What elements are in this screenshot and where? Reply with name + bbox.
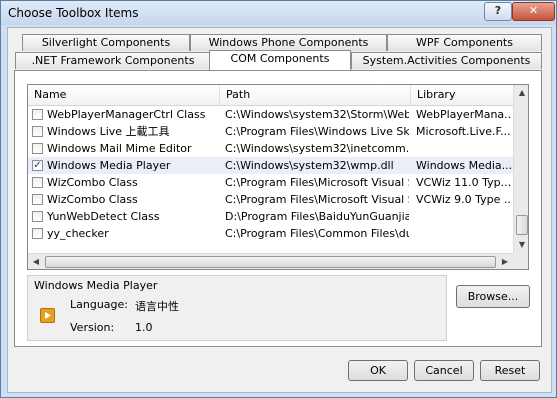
item-path: C:\Program Files\Microsoft Visual S... bbox=[225, 176, 409, 189]
item-path: C:\Program Files\Microsoft Visual S... bbox=[225, 193, 409, 206]
cancel-button[interactable]: Cancel bbox=[414, 360, 474, 381]
horizontal-scroll-thumb[interactable] bbox=[45, 256, 496, 268]
column-header-name[interactable]: Name bbox=[28, 85, 220, 105]
scrollbar-corner bbox=[513, 253, 528, 269]
item-checkbox[interactable] bbox=[32, 211, 43, 222]
tab-windows-phone-components[interactable]: Windows Phone Components bbox=[190, 34, 387, 51]
scroll-up-arrow-icon[interactable]: ▲ bbox=[514, 85, 528, 101]
list-header: Name Path Library bbox=[28, 85, 513, 106]
tab-wpf-components[interactable]: WPF Components bbox=[387, 34, 542, 51]
list-item[interactable]: WizCombo Class C:\Program Files\Microsof… bbox=[28, 174, 513, 191]
item-library: Microsoft.Live.F... bbox=[416, 125, 511, 138]
vertical-scroll-thumb[interactable] bbox=[516, 215, 528, 235]
column-header-library[interactable]: Library bbox=[411, 85, 513, 105]
language-label: Language: bbox=[70, 298, 128, 311]
item-path: D:\Program Files\BaiduYunGuanjia\n... bbox=[225, 210, 409, 223]
list-item-selected[interactable]: ✓ Windows Media Player C:\Windows\system… bbox=[28, 157, 513, 174]
tab-net-framework-components[interactable]: .NET Framework Components bbox=[15, 52, 211, 69]
horizontal-scrollbar[interactable]: ◀ ▶ bbox=[28, 253, 513, 269]
scroll-right-arrow-icon[interactable]: ▶ bbox=[497, 254, 513, 269]
tab-silverlight-components[interactable]: Silverlight Components bbox=[22, 34, 190, 51]
item-path: C:\Program Files\Common Files\duo... bbox=[225, 227, 409, 240]
item-checkbox[interactable] bbox=[32, 177, 43, 188]
item-path: C:\Program Files\Windows Live SkyD... bbox=[225, 125, 409, 138]
item-checkbox[interactable] bbox=[32, 143, 43, 154]
item-path: C:\Windows\system32\wmp.dll bbox=[225, 159, 394, 172]
item-name: YunWebDetect Class bbox=[47, 210, 160, 223]
item-library bbox=[416, 208, 512, 225]
scroll-left-arrow-icon[interactable]: ◀ bbox=[28, 254, 44, 269]
help-button[interactable]: ? bbox=[484, 2, 512, 21]
info-title: Windows Media Player bbox=[34, 279, 158, 292]
item-name: Windows Media Player bbox=[47, 159, 171, 172]
components-list[interactable]: Name Path Library WebPlayerManagerCtrl C… bbox=[27, 84, 529, 270]
ok-button[interactable]: OK bbox=[348, 360, 408, 381]
item-name: WebPlayerManagerCtrl Class bbox=[47, 108, 206, 121]
item-library: VCWiz 9.0 Type ... bbox=[416, 193, 512, 206]
vertical-scrollbar[interactable]: ▲ ▼ bbox=[513, 85, 528, 253]
tab-com-components[interactable]: COM Components bbox=[209, 50, 351, 70]
language-value: 语言中性 bbox=[135, 300, 179, 313]
item-library: WebPlayerMana... bbox=[416, 108, 512, 121]
item-checkbox[interactable] bbox=[32, 126, 43, 137]
list-item[interactable]: WizCombo Class C:\Program Files\Microsof… bbox=[28, 191, 513, 208]
version-label: Version: bbox=[70, 321, 115, 334]
component-info-panel: Windows Media Player Language: 语言中性 Vers… bbox=[27, 275, 447, 341]
item-library bbox=[416, 140, 512, 157]
version-value: 1.0 bbox=[135, 321, 153, 334]
column-header-path[interactable]: Path bbox=[220, 85, 411, 105]
title-bar[interactable]: Choose Toolbox Items ? ✕ bbox=[1, 1, 556, 25]
item-path: C:\Windows\system32\inetcomm.dll bbox=[225, 142, 409, 155]
browse-button[interactable]: Browse... bbox=[456, 285, 530, 308]
media-player-icon bbox=[40, 308, 55, 323]
item-library: Windows Media... bbox=[416, 159, 512, 172]
item-name: WizCombo Class bbox=[47, 176, 138, 189]
item-name: yy_checker bbox=[47, 227, 109, 240]
item-checkbox[interactable] bbox=[32, 194, 43, 205]
item-name: WizCombo Class bbox=[47, 193, 138, 206]
list-item[interactable]: Windows Mail Mime Editor C:\Windows\syst… bbox=[28, 140, 513, 157]
tab-system-activities-components[interactable]: System.Activities Components bbox=[351, 52, 542, 69]
list-item[interactable]: yy_checker C:\Program Files\Common Files… bbox=[28, 225, 513, 242]
list-item[interactable]: YunWebDetect Class D:\Program Files\Baid… bbox=[28, 208, 513, 225]
list-item[interactable]: Windows Live 上載工具 C:\Program Files\Windo… bbox=[28, 123, 513, 140]
item-name: Windows Live 上載工具 bbox=[47, 125, 170, 138]
item-name: Windows Mail Mime Editor bbox=[47, 142, 192, 155]
item-checkbox[interactable] bbox=[32, 109, 43, 120]
item-path: C:\Windows\system32\Storm\WebPl... bbox=[225, 108, 409, 121]
item-library: VCWiz 11.0 Typ... bbox=[416, 176, 512, 189]
dialog-window: Choose Toolbox Items ? ✕ Silverlight Com… bbox=[0, 0, 557, 398]
item-library bbox=[416, 225, 512, 242]
list-item[interactable]: WebPlayerManagerCtrl Class C:\Windows\sy… bbox=[28, 106, 513, 123]
reset-button[interactable]: Reset bbox=[480, 360, 540, 381]
item-checkbox-checked[interactable]: ✓ bbox=[32, 160, 43, 171]
scroll-down-arrow-icon[interactable]: ▼ bbox=[514, 237, 528, 253]
close-button[interactable]: ✕ bbox=[512, 2, 555, 21]
window-title: Choose Toolbox Items bbox=[8, 6, 139, 20]
item-checkbox[interactable] bbox=[32, 228, 43, 239]
